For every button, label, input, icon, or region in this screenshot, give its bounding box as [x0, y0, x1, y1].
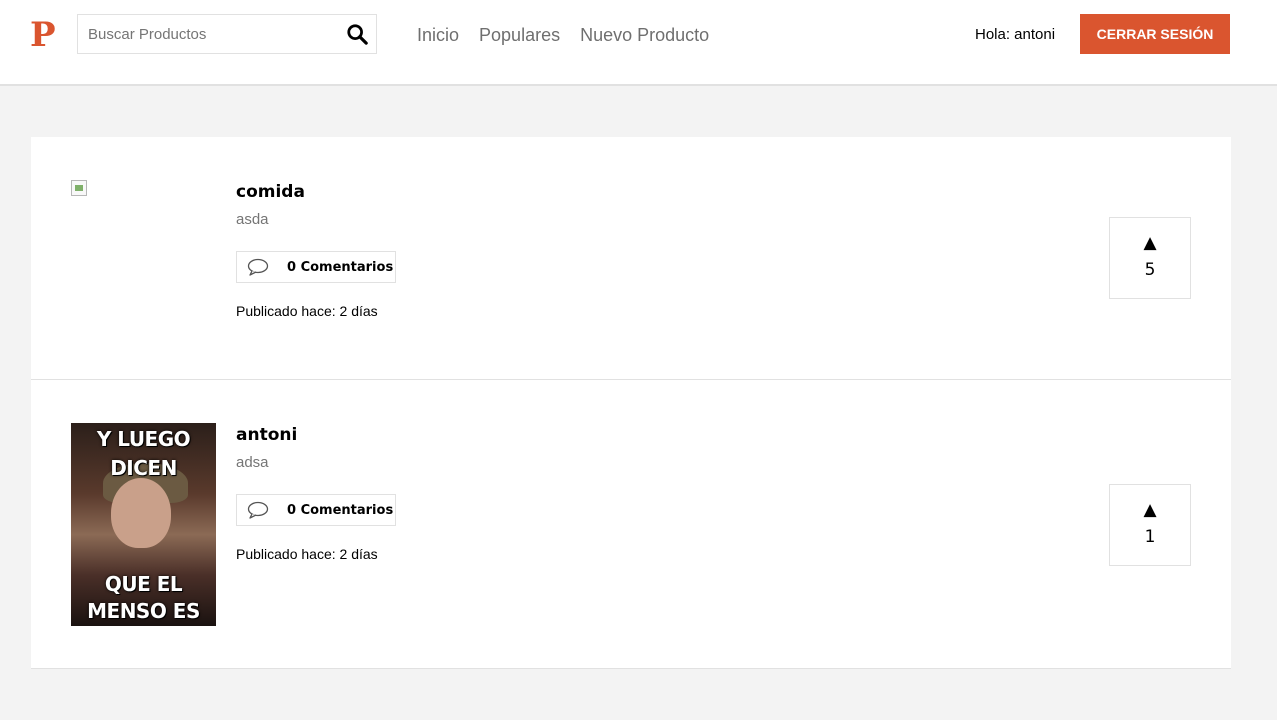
vote-count: 1 — [1144, 527, 1156, 547]
product-image[interactable]: Y LUEGO DICEN QUE EL MENSO ES UNO — [71, 423, 216, 626]
broken-image-icon[interactable] — [71, 180, 87, 196]
site-header: P Inicio Populares Nuevo Producto Hola: … — [0, 0, 1277, 86]
vote-button[interactable]: ▲ 1 — [1109, 484, 1191, 566]
product-description: adsa — [236, 454, 269, 471]
comments-button[interactable]: 0 Comentarios — [236, 494, 396, 526]
meme-character-face — [111, 478, 171, 548]
search-input[interactable] — [78, 15, 338, 53]
nav-populares[interactable]: Populares — [479, 24, 560, 46]
comments-count: 0 Comentarios — [287, 502, 394, 518]
user-greeting: Hola: antoni — [975, 26, 1056, 43]
product-title[interactable]: antoni — [236, 424, 297, 446]
comment-icon — [247, 258, 269, 276]
nav-inicio[interactable]: Inicio — [417, 24, 459, 46]
product-description: asda — [236, 211, 269, 228]
logout-button[interactable]: CERRAR SESIÓN — [1080, 14, 1230, 54]
product-list: comida asda 0 Comentarios Publicado hace… — [31, 137, 1231, 669]
upvote-arrow-icon: ▲ — [1143, 233, 1157, 253]
meme-bottom-text: QUE EL MENSO ES UNO — [87, 572, 200, 623]
upvote-arrow-icon: ▲ — [1143, 500, 1157, 520]
product-title[interactable]: comida — [236, 181, 305, 203]
vote-count: 5 — [1144, 260, 1156, 280]
nav-nuevo-producto[interactable]: Nuevo Producto — [580, 24, 709, 46]
logo[interactable]: P — [30, 16, 56, 54]
search-box — [77, 14, 377, 54]
product-item: comida asda 0 Comentarios Publicado hace… — [31, 137, 1231, 380]
vote-button[interactable]: ▲ 5 — [1109, 217, 1191, 299]
meme-top-text: Y LUEGO DICEN — [96, 427, 191, 480]
published-date: Publicado hace: 2 días — [236, 303, 378, 319]
main-nav: Inicio Populares Nuevo Producto — [417, 24, 709, 46]
product-item: Y LUEGO DICEN QUE EL MENSO ES UNO antoni… — [31, 380, 1231, 669]
comments-button[interactable]: 0 Comentarios — [236, 251, 396, 283]
search-icon[interactable] — [346, 23, 368, 45]
published-date: Publicado hace: 2 días — [236, 546, 378, 562]
comments-count: 0 Comentarios — [287, 259, 394, 275]
comment-icon — [247, 501, 269, 519]
